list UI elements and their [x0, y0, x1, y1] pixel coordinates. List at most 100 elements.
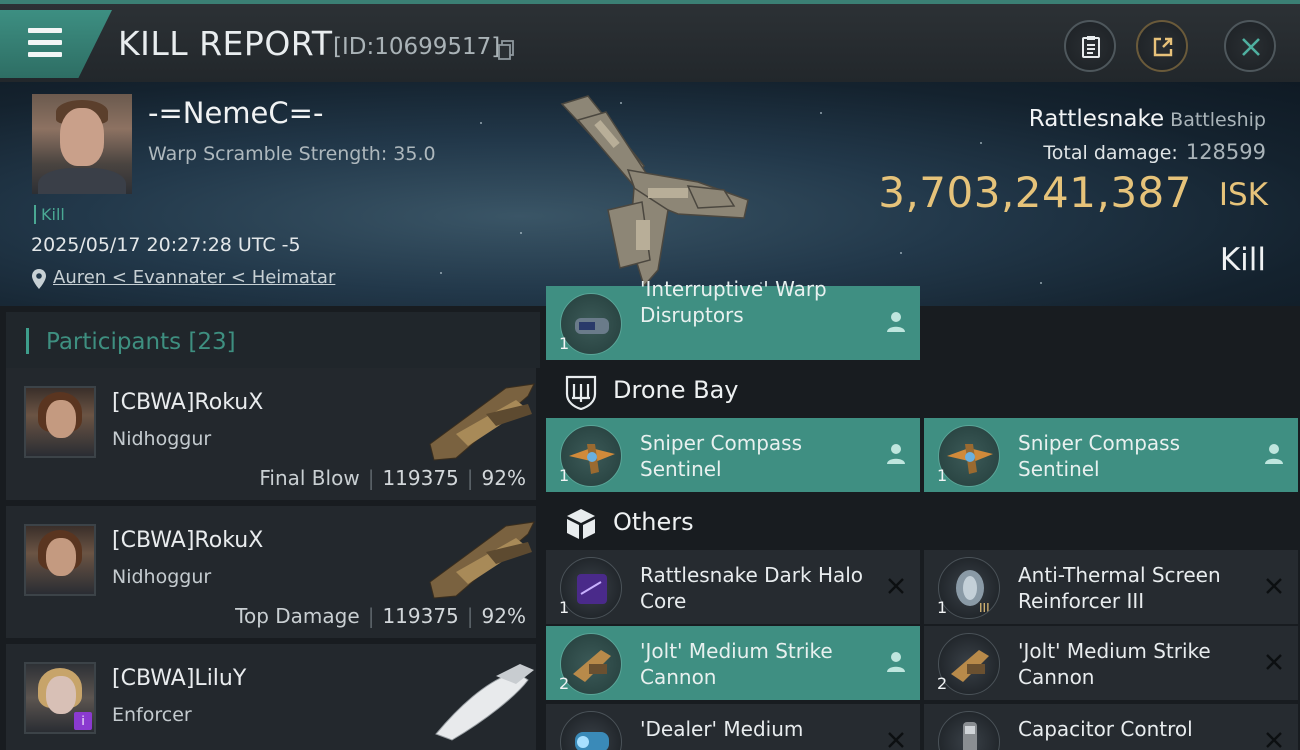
location-link[interactable]: Auren < Evannater < Heimatar	[53, 267, 335, 288]
module-quantity: 2	[937, 674, 948, 693]
kill-timestamp: 2025/05/17 20:27:28 UTC -5	[31, 234, 301, 256]
participant-role: Top Damage	[235, 604, 360, 628]
participant-card[interactable]: i [CBWA]LiluY Enforcer	[6, 644, 536, 750]
menu-button[interactable]	[0, 10, 112, 78]
share-button[interactable]	[1136, 20, 1188, 72]
isk-unit: ISK	[1218, 177, 1268, 213]
victim-ship-name[interactable]: Rattlesnake Battleship	[1029, 106, 1266, 132]
participant-ship: Nidhoggur	[112, 428, 212, 450]
total-damage: Total damage: 128599	[1043, 140, 1266, 164]
core-icon	[560, 557, 622, 619]
module-name: 'Dealer' Medium	[640, 717, 804, 741]
kill-result: Kill	[1219, 242, 1266, 278]
participant-name[interactable]: [CBWA]RokuX	[112, 390, 263, 415]
close-button[interactable]	[1224, 20, 1276, 72]
drone-bay-icon	[565, 375, 597, 410]
sentry-drone-icon	[560, 425, 622, 487]
module-name: 'Interruptive' Warp Disruptors	[640, 277, 827, 327]
module-quantity: 1	[559, 598, 570, 617]
module-name: Sniper Compass Sentinel	[1018, 431, 1180, 481]
participant-avatar[interactable]	[24, 524, 96, 596]
x-icon	[888, 578, 904, 594]
module-name: 'Jolt' Medium Strike Cannon	[640, 639, 833, 689]
victim-pilot-name[interactable]: -=NemeC=-	[148, 96, 323, 130]
participant-name[interactable]: [CBWA]RokuX	[112, 528, 263, 553]
top-bar: KILL REPORT [ID:10699517]	[0, 0, 1300, 82]
module-name: Sniper Compass Sentinel	[640, 431, 802, 481]
module-item[interactable]: 1 'Interruptive' Warp Disruptors	[546, 277, 920, 360]
total-damage-label: Total damage:	[1043, 142, 1178, 164]
total-damage-value: 128599	[1185, 140, 1266, 164]
participants-title: Participants [23]	[46, 329, 236, 355]
module-quantity: 2	[559, 674, 570, 693]
module-item[interactable]: 2 'Jolt' Medium Strike Cannon	[546, 626, 920, 700]
participant-ship: Nidhoggur	[112, 566, 212, 588]
close-icon	[1242, 38, 1260, 56]
participant-damage: 119375	[382, 604, 459, 628]
sentry-drone-icon	[938, 425, 1000, 487]
victim-avatar[interactable]	[32, 94, 132, 194]
participant-avatar[interactable]: i	[24, 662, 96, 734]
module-quantity: 1	[937, 466, 948, 485]
participant-ship: Enforcer	[112, 704, 192, 726]
module-item[interactable]: Capacitor Control	[924, 704, 1298, 750]
participants-header[interactable]: Participants [23]	[6, 312, 540, 368]
clipboard-button[interactable]	[1064, 20, 1116, 72]
module-quantity: 1	[937, 598, 948, 617]
participant-card[interactable]: [CBWA]RokuX Nidhoggur Top Damage | 119375 |…	[6, 506, 536, 638]
module-item[interactable]: 'Dealer' Medium	[546, 704, 920, 750]
modules-panel: 1 'Interruptive' Warp Disruptors Drone B…	[540, 277, 1300, 750]
x-icon	[1266, 578, 1282, 594]
location-pin-icon	[32, 269, 46, 289]
page-title: KILL REPORT	[118, 24, 333, 63]
person-icon	[887, 312, 905, 332]
drone-item[interactable]: 1 Sniper Compass Sentinel	[546, 418, 920, 492]
x-icon	[888, 732, 904, 748]
participant-damage: 119375	[382, 466, 459, 490]
isk-value: 3,703,241,387	[878, 168, 1192, 217]
module-name: 'Jolt' Medium Strike Cannon	[1018, 639, 1211, 689]
copy-icon[interactable]	[498, 40, 515, 60]
ship-type: Rattlesnake	[1028, 106, 1165, 132]
kill-tag: Kill	[34, 205, 65, 224]
participant-name[interactable]: [CBWA]LiluY	[112, 666, 246, 691]
victim-summary: -=NemeC=- Warp Scramble Strength: 35.0 K…	[0, 82, 1300, 306]
module-item[interactable]: 2 'Jolt' Medium Strike Cannon	[924, 626, 1298, 700]
person-icon	[887, 444, 905, 464]
missile-launcher-icon	[560, 711, 622, 750]
module-quantity: 1	[559, 466, 570, 485]
drone-item[interactable]: 1 Sniper Compass Sentinel	[924, 418, 1298, 492]
participant-percent: 92%	[481, 466, 526, 490]
svg-text:III: III	[979, 601, 990, 615]
hamburger-icon	[28, 52, 62, 57]
person-icon	[887, 652, 905, 672]
module-item[interactable]: III 1 Anti-Thermal Screen Reinforcer III	[924, 550, 1298, 624]
share-icon	[1153, 37, 1173, 57]
module-name: Capacitor Control	[1018, 717, 1193, 741]
participant-ship-image	[429, 521, 535, 599]
others-section-header[interactable]: Others	[544, 496, 1300, 550]
cannon-icon	[938, 633, 1000, 695]
module-quantity: 1	[559, 334, 570, 353]
drone-bay-section-header[interactable]: Drone Bay	[544, 364, 1300, 418]
ship-class: Battleship	[1170, 109, 1266, 131]
module-item[interactable]: 1 Rattlesnake Dark Halo Core	[546, 550, 920, 624]
person-icon	[1265, 444, 1283, 464]
participant-percent: 92%	[481, 604, 526, 628]
victim-ship-image	[560, 95, 749, 288]
warp-disruptor-icon	[560, 293, 622, 355]
cannon-icon	[560, 633, 622, 695]
hamburger-icon	[28, 40, 62, 45]
shield-reinforcer-icon: III	[938, 557, 1000, 619]
participant-card[interactable]: [CBWA]RokuX Nidhoggur Final Blow | 119375 |…	[6, 368, 536, 500]
participant-role: Final Blow	[259, 466, 360, 490]
faction-badge-icon: i	[74, 712, 92, 730]
cargo-box-icon	[567, 509, 595, 539]
hamburger-icon	[28, 28, 62, 33]
participant-ship-image	[435, 664, 534, 741]
warp-scramble-strength: Warp Scramble Strength: 35.0	[148, 143, 436, 165]
participant-avatar[interactable]	[24, 386, 96, 458]
participant-stats: Top Damage | 119375 | 92%	[235, 604, 526, 628]
participants-panel: Participants [23] [CBWA]RokuX Nidhoggur …	[0, 306, 540, 750]
capacitor-icon	[938, 711, 1000, 750]
